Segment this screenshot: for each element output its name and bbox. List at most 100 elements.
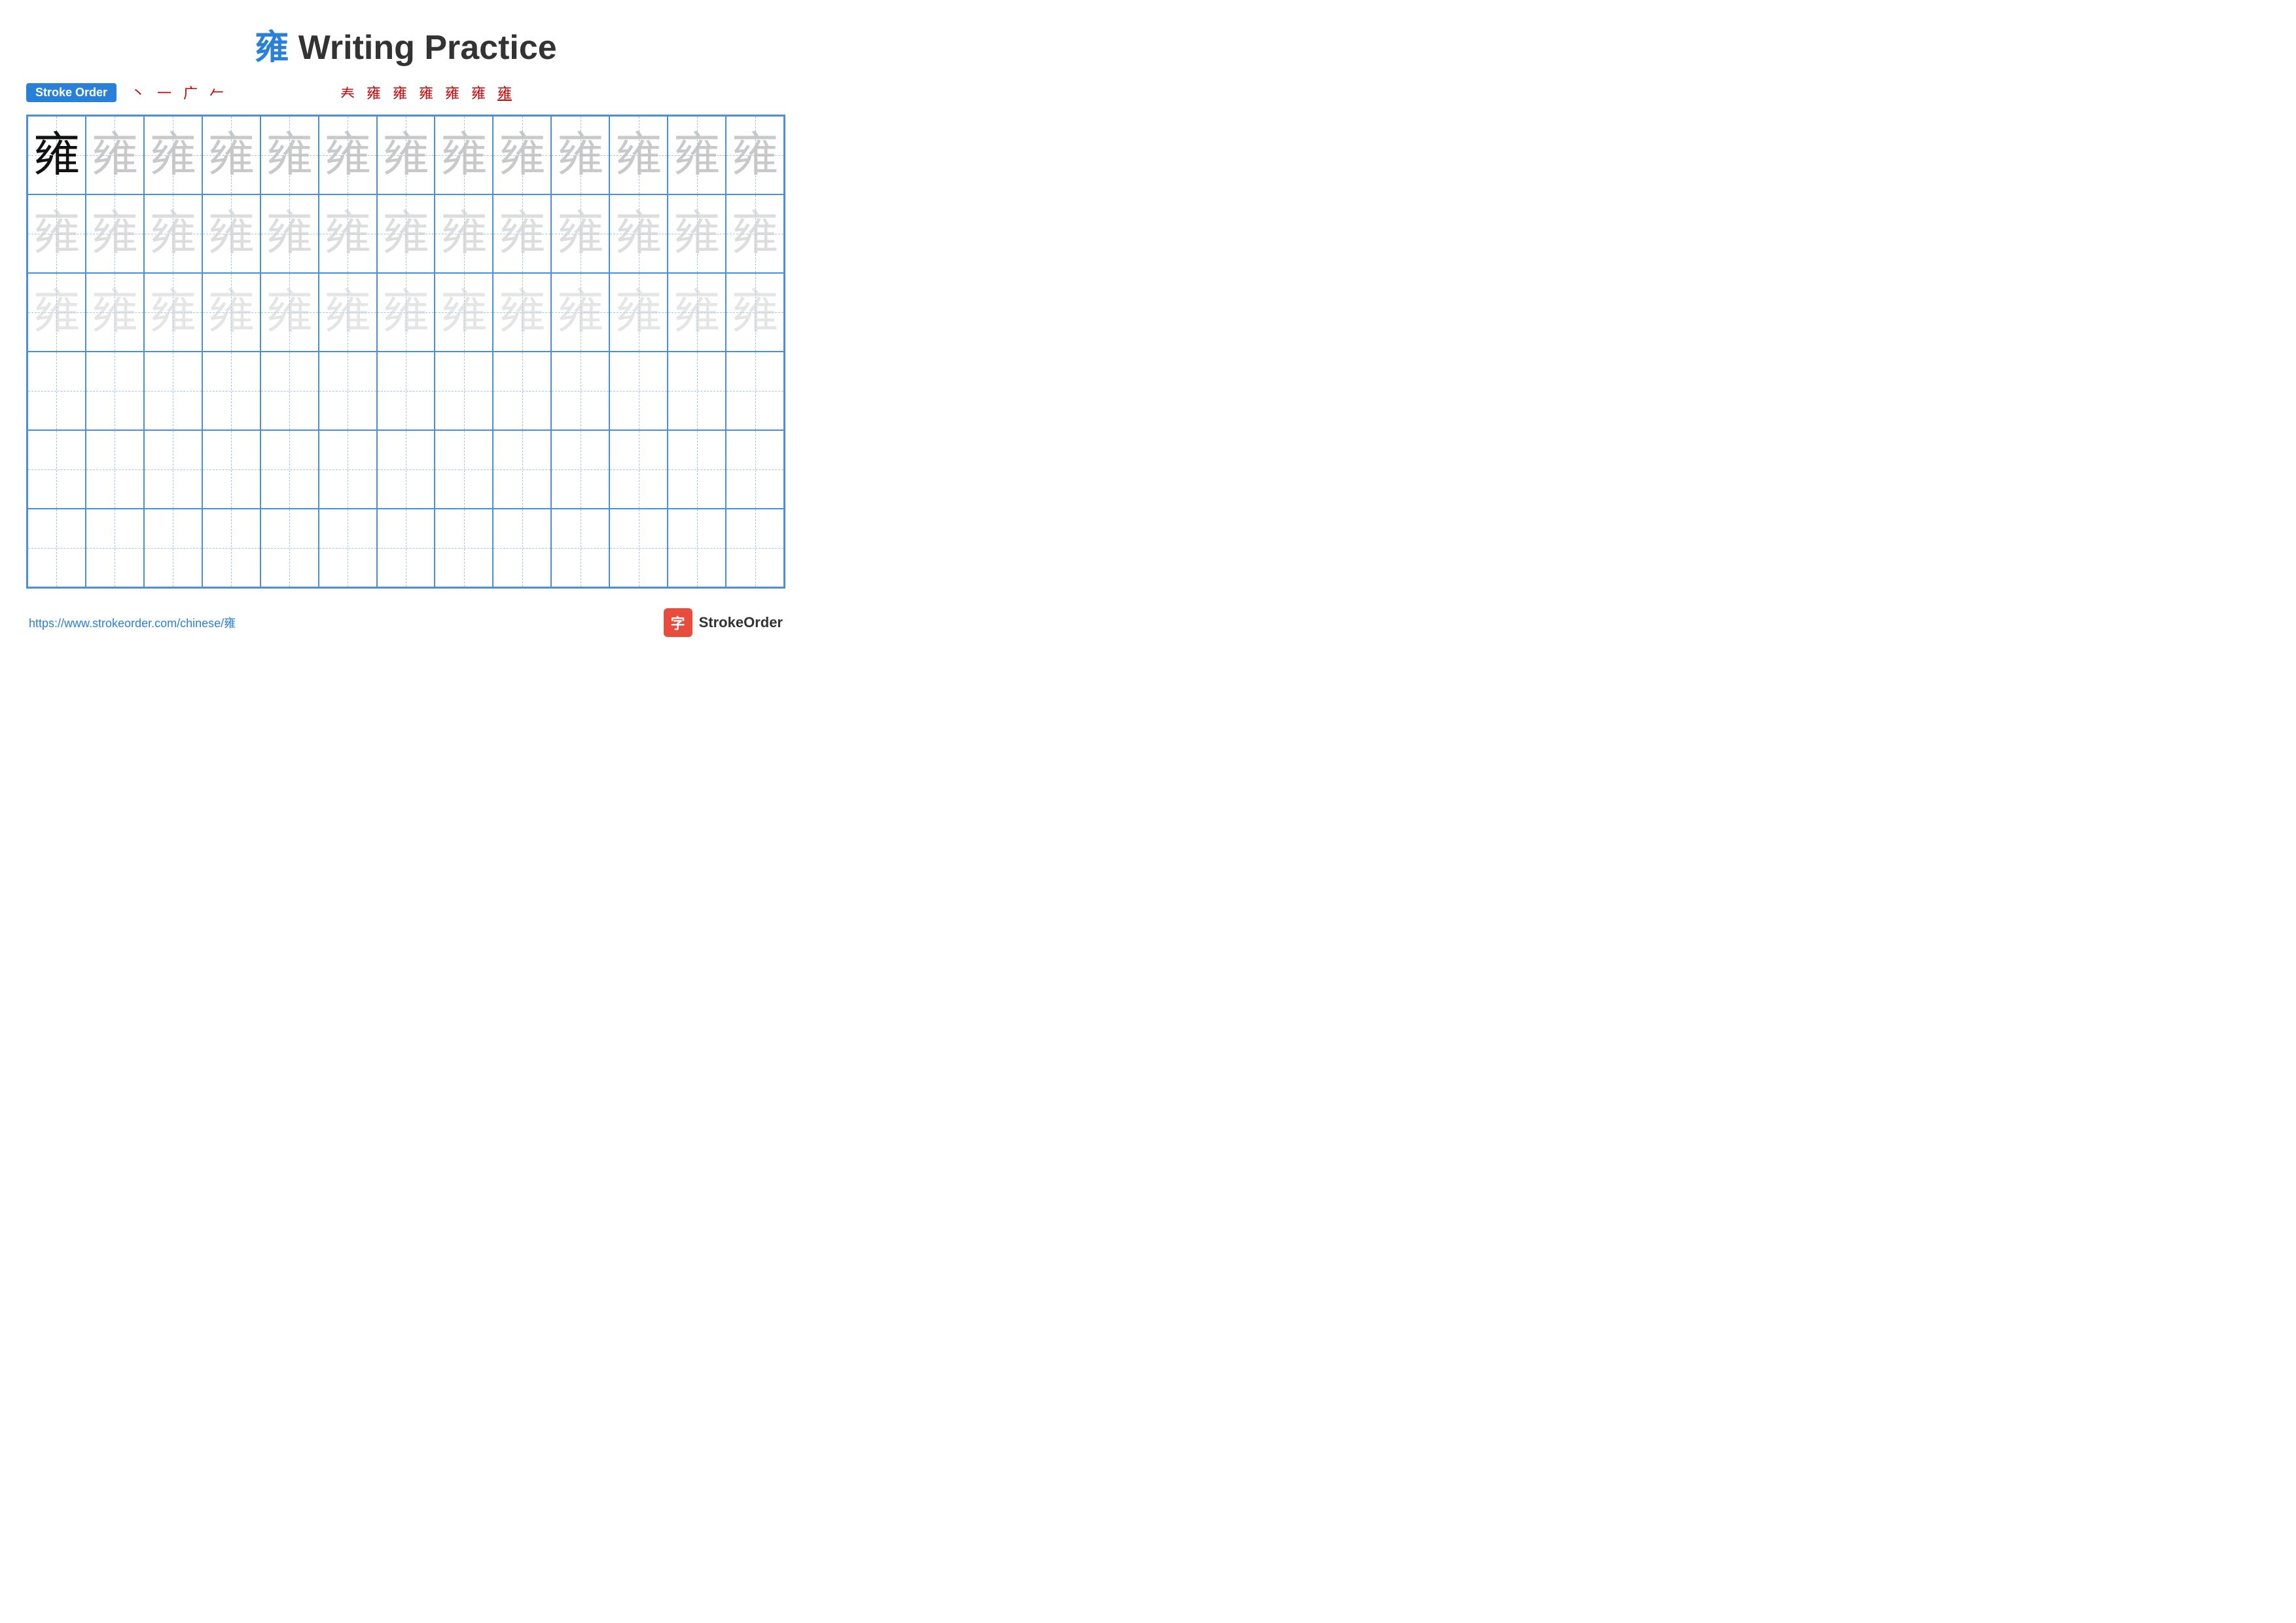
grid-cell-r1c2[interactable]: 雍	[86, 116, 144, 194]
grid-cell-r2c10[interactable]: 雍	[551, 194, 609, 273]
grid-cell-r6c8[interactable]	[435, 509, 493, 587]
grid-cell-r5c6[interactable]	[319, 430, 377, 509]
grid-cell-r5c12[interactable]	[668, 430, 726, 509]
grid-cell-r4c12[interactable]	[668, 352, 726, 430]
grid-cell-r4c5[interactable]	[260, 352, 319, 430]
grid-cell-r5c11[interactable]	[609, 430, 668, 509]
grid-cell-r3c4[interactable]: 雍	[202, 273, 260, 352]
stroke-step-3: 广	[178, 82, 203, 103]
grid-cell-r6c12[interactable]	[668, 509, 726, 587]
grid-cell-r2c2[interactable]: 雍	[86, 194, 144, 273]
footer-url[interactable]: https://www.strokeorder.com/chinese/雍	[29, 614, 236, 631]
grid-cell-r1c5[interactable]: 雍	[260, 116, 319, 194]
stroke-step-13: 雍	[440, 82, 465, 103]
grid-cell-r1c1[interactable]: 雍	[27, 116, 86, 194]
char-r1c6: 雍	[324, 132, 371, 179]
grid-cell-r5c7[interactable]	[377, 430, 435, 509]
grid-cell-r5c5[interactable]	[260, 430, 319, 509]
grid-cell-r3c1[interactable]: 雍	[27, 273, 86, 352]
grid-cell-r4c10[interactable]	[551, 352, 609, 430]
grid-cell-r6c9[interactable]	[493, 509, 551, 587]
grid-cell-r2c1[interactable]: 雍	[27, 194, 86, 273]
logo-icon: 字	[664, 608, 692, 637]
char-r1c4: 雍	[207, 132, 255, 179]
grid-cell-r1c7[interactable]: 雍	[377, 116, 435, 194]
grid-cell-r3c8[interactable]: 雍	[435, 273, 493, 352]
grid-cell-r4c1[interactable]	[27, 352, 86, 430]
grid-cell-r3c5[interactable]: 雍	[260, 273, 319, 352]
grid-cell-r1c6[interactable]: 雍	[319, 116, 377, 194]
char-r3c10: 雍	[557, 289, 604, 336]
grid-cell-r3c9[interactable]: 雍	[493, 273, 551, 352]
grid-cell-r2c4[interactable]: 雍	[202, 194, 260, 273]
grid-cell-r6c3[interactable]	[144, 509, 202, 587]
grid-cell-r4c9[interactable]	[493, 352, 551, 430]
grid-cell-r2c12[interactable]: 雍	[668, 194, 726, 273]
grid-cell-r2c13[interactable]: 雍	[726, 194, 784, 273]
stroke-step-9: 𡗗	[335, 82, 360, 103]
grid-cell-r5c8[interactable]	[435, 430, 493, 509]
grid-cell-r3c2[interactable]: 雍	[86, 273, 144, 352]
grid-cell-r6c10[interactable]	[551, 509, 609, 587]
grid-cell-r4c13[interactable]	[726, 352, 784, 430]
grid-cell-r3c11[interactable]: 雍	[609, 273, 668, 352]
grid-cell-r6c1[interactable]	[27, 509, 86, 587]
char-r3c1: 雍	[33, 289, 80, 336]
grid-cell-r2c3[interactable]: 雍	[144, 194, 202, 273]
grid-cell-r4c7[interactable]	[377, 352, 435, 430]
stroke-step-15: 雍	[492, 82, 517, 103]
grid-cell-r2c11[interactable]: 雍	[609, 194, 668, 273]
grid-cell-r5c9[interactable]	[493, 430, 551, 509]
grid-cell-r2c5[interactable]: 雍	[260, 194, 319, 273]
grid-cell-r6c5[interactable]	[260, 509, 319, 587]
char-r1c3: 雍	[149, 132, 196, 179]
grid-cell-r3c10[interactable]: 雍	[551, 273, 609, 352]
stroke-step-1: 丶	[126, 82, 151, 103]
grid-cell-r5c13[interactable]	[726, 430, 784, 509]
grid-cell-r1c3[interactable]: 雍	[144, 116, 202, 194]
grid-cell-r6c11[interactable]	[609, 509, 668, 587]
grid-cell-r3c7[interactable]: 雍	[377, 273, 435, 352]
grid-cell-r2c6[interactable]: 雍	[319, 194, 377, 273]
grid-cell-r2c8[interactable]: 雍	[435, 194, 493, 273]
grid-cell-r2c9[interactable]: 雍	[493, 194, 551, 273]
grid-cell-r4c4[interactable]	[202, 352, 260, 430]
grid-cell-r1c4[interactable]: 雍	[202, 116, 260, 194]
grid-cell-r4c2[interactable]	[86, 352, 144, 430]
logo-icon-char: 字	[671, 612, 685, 633]
grid-cell-r1c13[interactable]: 雍	[726, 116, 784, 194]
grid-cell-r4c11[interactable]	[609, 352, 668, 430]
grid-cell-r6c4[interactable]	[202, 509, 260, 587]
grid-cell-r1c11[interactable]: 雍	[609, 116, 668, 194]
char-r1c8: 雍	[440, 132, 488, 179]
grid-cell-r3c3[interactable]: 雍	[144, 273, 202, 352]
grid-cell-r4c8[interactable]	[435, 352, 493, 430]
grid-cell-r6c7[interactable]	[377, 509, 435, 587]
char-r3c11: 雍	[615, 289, 662, 336]
char-r3c4: 雍	[207, 289, 255, 336]
grid-cell-r5c10[interactable]	[551, 430, 609, 509]
char-r1c2: 雍	[91, 132, 138, 179]
grid-cell-r1c9[interactable]: 雍	[493, 116, 551, 194]
grid-cell-r5c3[interactable]	[144, 430, 202, 509]
grid-cell-r1c12[interactable]: 雍	[668, 116, 726, 194]
grid-cell-r6c13[interactable]	[726, 509, 784, 587]
grid-cell-r3c13[interactable]: 雍	[726, 273, 784, 352]
char-r3c2: 雍	[91, 289, 138, 336]
grid-cell-r1c8[interactable]: 雍	[435, 116, 493, 194]
grid-cell-r6c6[interactable]	[319, 509, 377, 587]
char-r2c13: 雍	[732, 210, 779, 257]
grid-cell-r2c7[interactable]: 雍	[377, 194, 435, 273]
char-r2c11: 雍	[615, 210, 662, 257]
grid-cell-r1c10[interactable]: 雍	[551, 116, 609, 194]
grid-cell-r5c2[interactable]	[86, 430, 144, 509]
char-r2c2: 雍	[91, 210, 138, 257]
grid-cell-r4c3[interactable]	[144, 352, 202, 430]
grid-cell-r5c1[interactable]	[27, 430, 86, 509]
grid-cell-r5c4[interactable]	[202, 430, 260, 509]
grid-cell-r3c12[interactable]: 雍	[668, 273, 726, 352]
char-r1c9: 雍	[499, 132, 546, 179]
grid-cell-r3c6[interactable]: 雍	[319, 273, 377, 352]
grid-cell-r4c6[interactable]	[319, 352, 377, 430]
grid-cell-r6c2[interactable]	[86, 509, 144, 587]
